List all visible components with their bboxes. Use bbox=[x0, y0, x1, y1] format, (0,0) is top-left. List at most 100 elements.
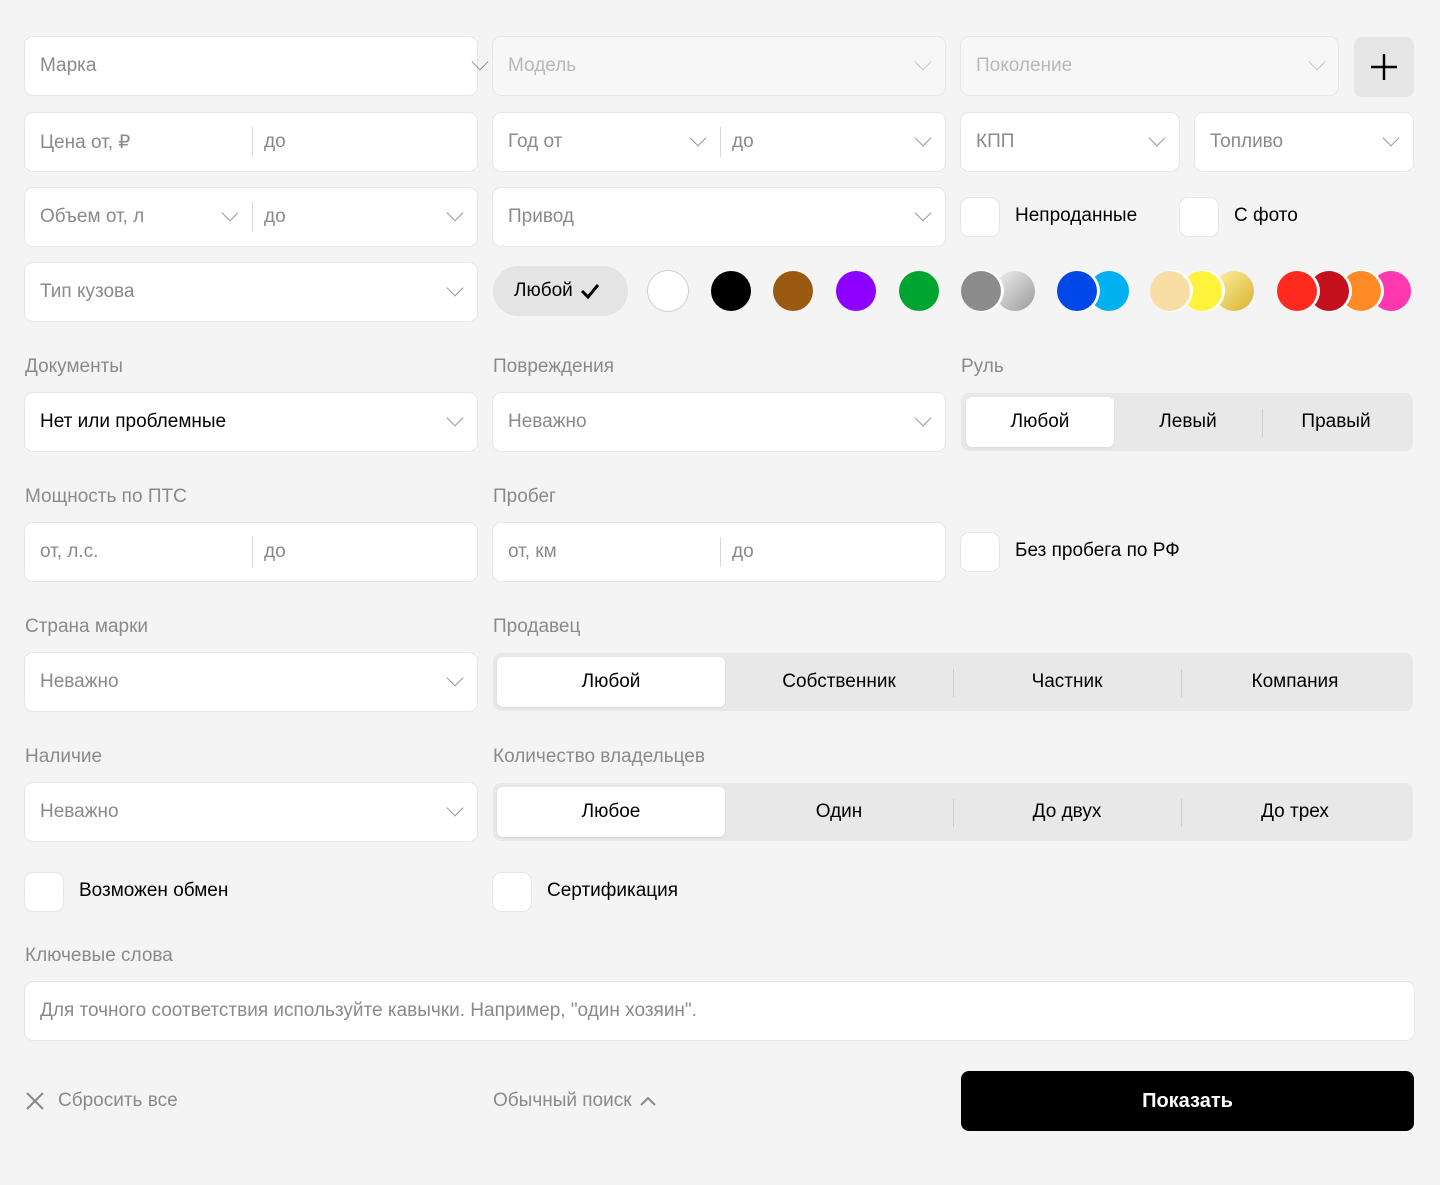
color-white-swatch[interactable] bbox=[648, 271, 688, 311]
availability-select[interactable]: Неважно bbox=[25, 783, 477, 841]
power-to-input[interactable]: до bbox=[249, 523, 477, 581]
year-from-placeholder: Год от bbox=[508, 131, 563, 152]
owners-label: Количество владельцев bbox=[493, 746, 705, 767]
seller-option-owner[interactable]: Собственник bbox=[725, 657, 953, 707]
wheel-option-left[interactable]: Левый bbox=[1114, 397, 1262, 447]
unsold-label: Непроданные bbox=[1015, 205, 1138, 226]
transmission-select[interactable]: КПП bbox=[961, 113, 1179, 171]
mileage-from-placeholder: от, км bbox=[508, 541, 557, 562]
color-beige-yellow-gold-swatch[interactable] bbox=[1150, 271, 1256, 311]
color-any-label: Любой bbox=[514, 280, 573, 301]
power-range: от, л.с. до bbox=[25, 523, 477, 581]
owners-option-up-to-three[interactable]: До трех bbox=[1181, 787, 1409, 837]
documents-select[interactable]: Нет или проблемные bbox=[25, 393, 477, 451]
mileage-from-input[interactable]: от, км bbox=[493, 523, 720, 581]
power-from-placeholder: от, л.с. bbox=[40, 541, 99, 562]
checkmark-icon bbox=[580, 284, 599, 300]
color-green-swatch[interactable] bbox=[899, 271, 939, 311]
red-swatch bbox=[1277, 271, 1317, 311]
power-label: Мощность по ПТС bbox=[25, 486, 187, 507]
reset-all-button[interactable]: Сбросить все bbox=[25, 1088, 178, 1114]
damage-label: Повреждения bbox=[493, 356, 614, 377]
beige-swatch bbox=[1150, 271, 1190, 311]
owners-option-up-to-two[interactable]: До двух bbox=[953, 787, 1181, 837]
with-photo-label: С фото bbox=[1234, 205, 1298, 226]
fuel-select[interactable]: Топливо bbox=[1195, 113, 1413, 171]
volume-from-select[interactable]: Объем от, л bbox=[25, 188, 252, 246]
wheel-label: Руль bbox=[961, 356, 1004, 377]
with-photo-checkbox[interactable] bbox=[1180, 198, 1218, 236]
price-from-input[interactable]: Цена от, ₽ bbox=[25, 113, 252, 171]
power-from-input[interactable]: от, л.с. bbox=[25, 523, 252, 581]
seller-option-any[interactable]: Любой bbox=[497, 657, 725, 707]
country-select[interactable]: Неважно bbox=[25, 653, 477, 711]
model-placeholder: Модель bbox=[508, 55, 577, 76]
chevron-up-icon bbox=[639, 1096, 656, 1106]
drive-select[interactable]: Привод bbox=[493, 188, 945, 246]
volume-to-placeholder: до bbox=[264, 206, 286, 227]
transmission-placeholder: КПП bbox=[976, 131, 1015, 152]
wheel-option-right[interactable]: Правый bbox=[1262, 397, 1410, 447]
color-purple-swatch[interactable] bbox=[836, 271, 876, 311]
brand-placeholder: Марка bbox=[40, 55, 97, 76]
availability-label: Наличие bbox=[25, 746, 103, 767]
damage-select[interactable]: Неважно bbox=[493, 393, 945, 451]
color-blue-cyan-swatch[interactable] bbox=[1057, 271, 1131, 311]
year-to-select[interactable]: до bbox=[717, 113, 945, 171]
wheel-segmented: Любой Левый Правый bbox=[961, 393, 1413, 451]
mileage-label: Пробег bbox=[493, 486, 556, 507]
show-button[interactable]: Показать bbox=[961, 1071, 1414, 1131]
documents-label: Документы bbox=[25, 356, 123, 377]
power-to-placeholder: до bbox=[264, 541, 286, 562]
certification-checkbox[interactable] bbox=[493, 873, 531, 911]
chevron-down-icon bbox=[446, 204, 464, 222]
unsold-checkbox[interactable] bbox=[961, 198, 999, 236]
body-type-placeholder: Тип кузова bbox=[40, 281, 135, 302]
color-gray-silver-swatch[interactable] bbox=[961, 271, 1035, 311]
exchange-checkbox[interactable] bbox=[25, 873, 63, 911]
color-any-button[interactable]: Любой bbox=[493, 266, 628, 316]
seller-option-company[interactable]: Компания bbox=[1181, 657, 1409, 707]
volume-to-select[interactable]: до bbox=[249, 188, 477, 246]
generation-select: Поколение bbox=[961, 37, 1338, 95]
chevron-down-icon bbox=[471, 53, 489, 71]
color-brown-swatch[interactable] bbox=[773, 271, 813, 311]
no-ru-mileage-checkbox[interactable] bbox=[961, 533, 999, 571]
owners-segmented: Любое Один До двух До трех bbox=[493, 783, 1413, 841]
color-red-pink-orange-swatch[interactable] bbox=[1277, 271, 1413, 311]
mileage-to-input[interactable]: до bbox=[717, 523, 945, 581]
plus-icon bbox=[1371, 54, 1397, 80]
chevron-down-icon bbox=[914, 409, 932, 427]
brand-select[interactable]: Марка bbox=[25, 37, 489, 95]
price-to-input[interactable]: до bbox=[249, 113, 477, 171]
keywords-label: Ключевые слова bbox=[25, 945, 173, 966]
no-ru-mileage-label: Без пробега по РФ bbox=[1015, 540, 1180, 561]
gray-swatch bbox=[961, 271, 1001, 311]
body-type-select[interactable]: Тип кузова bbox=[25, 263, 477, 321]
color-black-swatch[interactable] bbox=[711, 271, 751, 311]
close-icon bbox=[26, 1092, 44, 1110]
volume-range: Объем от, л до bbox=[25, 188, 477, 246]
chevron-down-icon bbox=[689, 129, 707, 147]
chevron-down-icon bbox=[914, 53, 932, 71]
chevron-down-icon bbox=[221, 204, 239, 222]
wheel-option-any[interactable]: Любой bbox=[966, 397, 1114, 447]
keywords-input[interactable]: Для точного соответствия используйте кав… bbox=[25, 982, 1414, 1040]
drive-placeholder: Привод bbox=[508, 206, 574, 227]
certification-label: Сертификация bbox=[547, 880, 679, 901]
simple-search-toggle[interactable]: Обычный поиск bbox=[493, 1088, 657, 1114]
silver-swatch bbox=[995, 271, 1035, 311]
damage-placeholder: Неважно bbox=[508, 411, 587, 432]
chevron-down-icon bbox=[446, 669, 464, 687]
simple-search-label: Обычный поиск bbox=[493, 1090, 632, 1111]
seller-option-private[interactable]: Частник bbox=[953, 657, 1181, 707]
owners-option-any[interactable]: Любое bbox=[497, 787, 725, 837]
year-from-select[interactable]: Год от bbox=[493, 113, 720, 171]
year-to-placeholder: до bbox=[732, 131, 754, 152]
add-filter-button[interactable] bbox=[1354, 37, 1414, 97]
chevron-down-icon bbox=[914, 129, 932, 147]
country-label: Страна марки bbox=[25, 616, 149, 637]
chevron-down-icon bbox=[446, 799, 464, 817]
owners-option-one[interactable]: Один bbox=[725, 787, 953, 837]
price-to-placeholder: до bbox=[264, 131, 286, 152]
